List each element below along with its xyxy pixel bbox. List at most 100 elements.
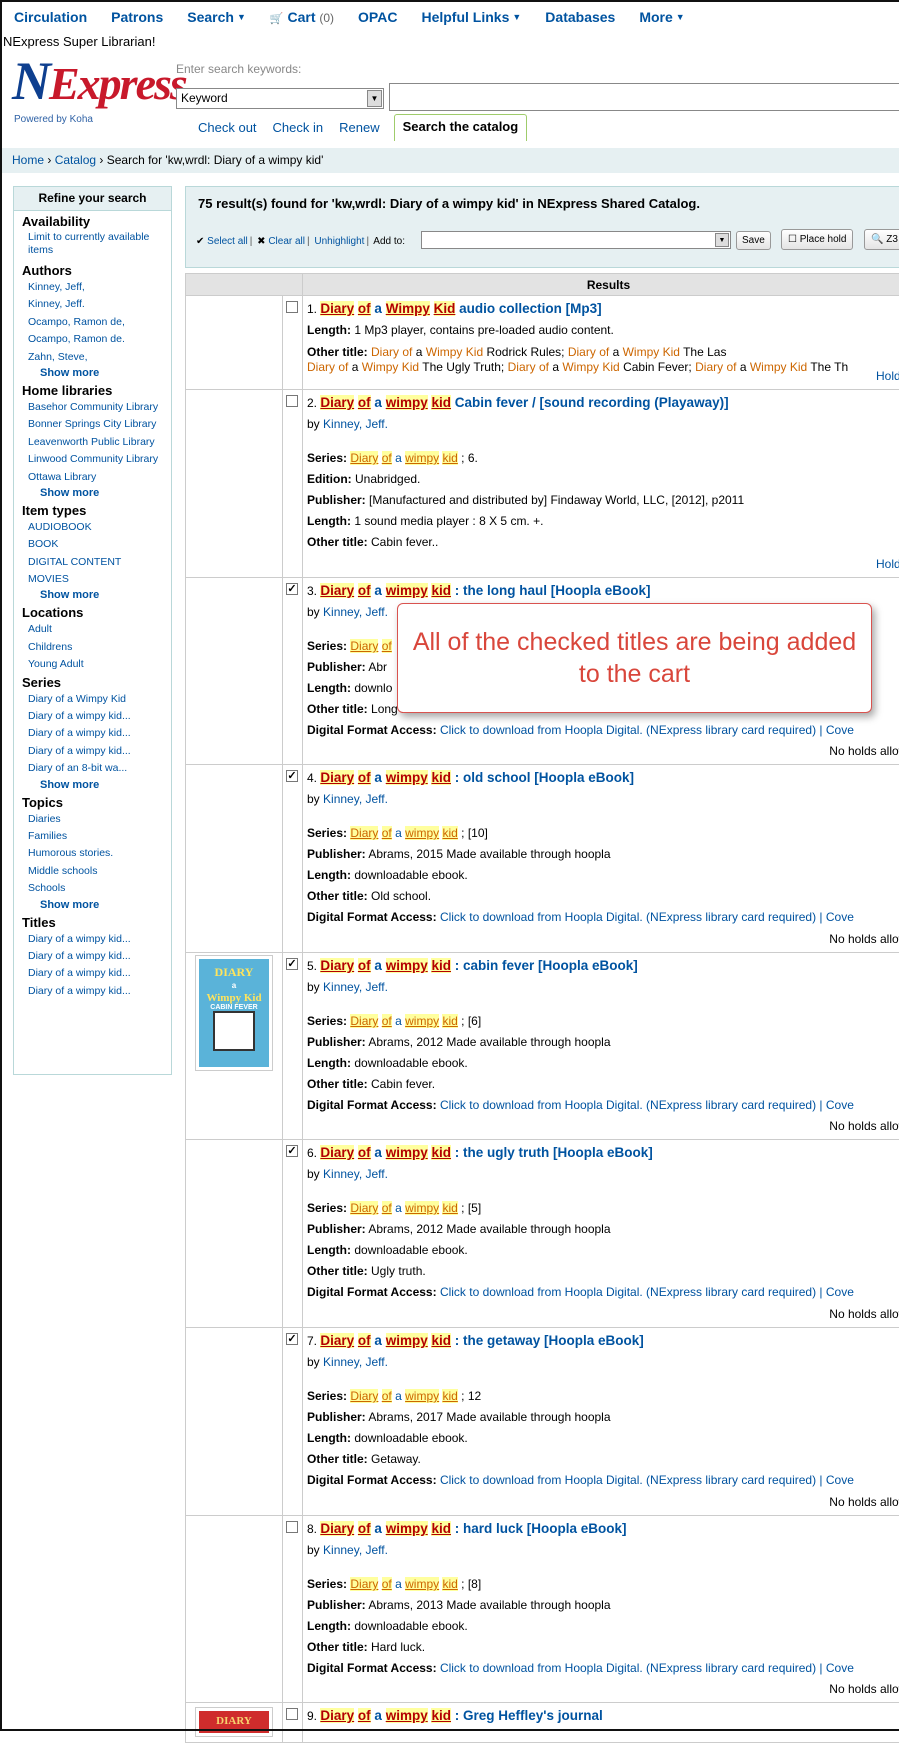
facet-item[interactable]: DIGITAL CONTENT — [28, 555, 167, 569]
nav-opac[interactable]: OPAC — [344, 0, 407, 25]
clear-all-link[interactable]: Clear all — [268, 236, 305, 247]
series-link[interactable]: Diary of a wimpy kid — [350, 1201, 457, 1215]
show-more-link[interactable]: Show more — [40, 367, 167, 379]
show-more-link[interactable]: Show more — [40, 779, 167, 791]
series-link[interactable]: Diary of a wimpy kid — [350, 1014, 457, 1028]
facet-item[interactable]: MOVIES — [28, 572, 167, 586]
hoopla-link[interactable]: Click to download from Hoopla Digital. (… — [440, 723, 854, 737]
facet-item[interactable]: Bonner Springs City Library — [28, 417, 167, 431]
record-title-link[interactable]: Diary of a wimpy kid : old school [Hoopl… — [320, 770, 634, 785]
author-link[interactable]: Kinney, Jeff. — [323, 417, 388, 431]
facet-item[interactable]: Middle schools — [28, 864, 167, 878]
record-title-link[interactable]: Diary of a wimpy kid Cabin fever / [soun… — [320, 395, 728, 410]
facet-item[interactable]: Ottawa Library — [28, 470, 167, 484]
facet-item[interactable]: Basehor Community Library — [28, 400, 167, 414]
nav-circulation[interactable]: Circulation — [0, 0, 97, 25]
facet-item[interactable]: Linwood Community Library — [28, 452, 167, 466]
nav-databases[interactable]: Databases — [531, 0, 625, 25]
hoopla-link[interactable]: Click to download from Hoopla Digital. (… — [440, 1285, 854, 1299]
nav-helpful-links[interactable]: Helpful Links▼ — [407, 0, 531, 25]
record-title-link[interactable]: Diary of a wimpy kid : the getaway [Hoop… — [320, 1333, 643, 1348]
record-checkbox[interactable] — [286, 301, 298, 313]
facet-item[interactable]: Young Adult — [28, 657, 167, 671]
author-link[interactable]: Kinney, Jeff. — [323, 980, 388, 994]
z3950-button[interactable]: 🔍 Z3 — [864, 229, 899, 250]
series-link[interactable]: Diary of a wimpy kid — [350, 451, 457, 465]
nav-more[interactable]: More▼ — [625, 0, 694, 25]
record-checkbox-checked[interactable]: ✓ — [286, 958, 298, 970]
facet-item[interactable]: Diary of a wimpy kid... — [28, 709, 167, 723]
facet-item[interactable]: Diary of a wimpy kid... — [28, 744, 167, 758]
book-cover-image[interactable]: DIARY a Wimpy Kid CABIN FEVER — [195, 955, 273, 1071]
record-checkbox[interactable] — [286, 1521, 298, 1533]
show-more-link[interactable]: Show more — [40, 899, 167, 911]
record-checkbox-checked[interactable]: ✓ — [286, 770, 298, 782]
save-button[interactable]: Save — [736, 231, 771, 250]
facet-item[interactable]: Diary of a Wimpy Kid — [28, 692, 167, 706]
facet-item[interactable]: Diary of a wimpy kid... — [28, 949, 167, 963]
hoopla-link[interactable]: Click to download from Hoopla Digital. (… — [440, 910, 854, 924]
facet-item[interactable]: Limit to currently available items — [28, 231, 167, 257]
facet-item[interactable]: BOOK — [28, 537, 167, 551]
series-link[interactable]: Diary of a wimpy kid — [350, 826, 457, 840]
show-more-link[interactable]: Show more — [40, 487, 167, 499]
search-type-select[interactable]: Keyword ▼ — [176, 88, 384, 109]
series-link[interactable]: Diary of — [350, 639, 391, 653]
author-link[interactable]: Kinney, Jeff. — [323, 1167, 388, 1181]
facet-item[interactable]: Kinney, Jeff. — [28, 297, 167, 311]
record-title-link[interactable]: Diary of a wimpy kid : hard luck [Hoopla… — [320, 1521, 626, 1536]
tab-check-out[interactable]: Check out — [190, 114, 265, 141]
search-input[interactable] — [389, 83, 899, 111]
record-checkbox[interactable] — [286, 1708, 298, 1720]
author-link[interactable]: Kinney, Jeff. — [323, 605, 388, 619]
facet-item[interactable]: Families — [28, 829, 167, 843]
facet-item[interactable]: Leavenworth Public Library — [28, 435, 167, 449]
nav-search[interactable]: Search▼ — [173, 0, 256, 25]
nexpress-logo[interactable]: NExpress Powered by Koha — [12, 58, 164, 114]
author-link[interactable]: Kinney, Jeff. — [323, 792, 388, 806]
facet-item[interactable]: Diary of a wimpy kid... — [28, 932, 167, 946]
holds-link[interactable]: Holds ( — [876, 366, 899, 387]
author-link[interactable]: Kinney, Jeff. — [323, 1355, 388, 1369]
book-cover-image[interactable]: DIARY — [195, 1707, 273, 1737]
series-link[interactable]: Diary of a wimpy kid — [350, 1389, 457, 1403]
hoopla-link[interactable]: Click to download from Hoopla Digital. (… — [440, 1098, 854, 1112]
facet-item[interactable]: Diaries — [28, 812, 167, 826]
tab-search-catalog[interactable]: Search the catalog — [394, 114, 528, 141]
tab-renew[interactable]: Renew — [331, 114, 387, 141]
facet-item[interactable]: Diary of a wimpy kid... — [28, 984, 167, 998]
record-title-link[interactable]: Diary of a wimpy kid : the long haul [Ho… — [320, 583, 650, 598]
facet-item[interactable]: Humorous stories. — [28, 846, 167, 860]
facet-item[interactable]: Schools — [28, 881, 167, 895]
record-title-link[interactable]: Diary of a wimpy kid : Greg Heffley's jo… — [320, 1708, 602, 1723]
show-more-link[interactable]: Show more — [40, 589, 167, 601]
nav-cart[interactable]: 🛒 Cart (0) — [256, 0, 344, 25]
facet-item[interactable]: Zahn, Steve, — [28, 350, 167, 364]
facet-item[interactable]: Diary of a wimpy kid... — [28, 726, 167, 740]
breadcrumb-home[interactable]: Home — [12, 153, 44, 167]
facet-item[interactable]: Diary of a wimpy kid... — [28, 966, 167, 980]
hoopla-link[interactable]: Click to download from Hoopla Digital. (… — [440, 1473, 854, 1487]
record-title-link[interactable]: Diary of a wimpy kid : the ugly truth [H… — [320, 1145, 652, 1160]
facet-item[interactable]: Ocampo, Ramon de, — [28, 315, 167, 329]
facet-item[interactable]: Diary of an 8-bit wa... — [28, 761, 167, 775]
hoopla-link[interactable]: Click to download from Hoopla Digital. (… — [440, 1661, 854, 1675]
record-checkbox-checked[interactable]: ✓ — [286, 1145, 298, 1157]
powered-by-koha[interactable]: Powered by Koha — [14, 114, 93, 125]
tab-check-in[interactable]: Check in — [265, 114, 332, 141]
series-link[interactable]: Diary of a wimpy kid — [350, 1577, 457, 1591]
facet-item[interactable]: Ocampo, Ramon de. — [28, 332, 167, 346]
facet-item[interactable]: Kinney, Jeff, — [28, 280, 167, 294]
holds-link[interactable]: Holds ( — [876, 554, 899, 575]
nav-patrons[interactable]: Patrons — [97, 0, 173, 25]
facet-item[interactable]: Childrens — [28, 640, 167, 654]
record-title-link[interactable]: Diary of a wimpy kid : cabin fever [Hoop… — [320, 958, 637, 973]
author-link[interactable]: Kinney, Jeff. — [323, 1543, 388, 1557]
unhighlight-link[interactable]: Unhighlight — [314, 236, 364, 247]
add-to-select[interactable]: ▼ — [421, 231, 731, 249]
facet-item[interactable]: AUDIOBOOK — [28, 520, 167, 534]
record-title-link[interactable]: Diary of a Wimpy Kid audio collection [M… — [320, 301, 601, 316]
place-hold-button[interactable]: ☐ Place hold — [781, 229, 853, 250]
facet-item[interactable]: Adult — [28, 622, 167, 636]
select-all-link[interactable]: Select all — [207, 236, 248, 247]
